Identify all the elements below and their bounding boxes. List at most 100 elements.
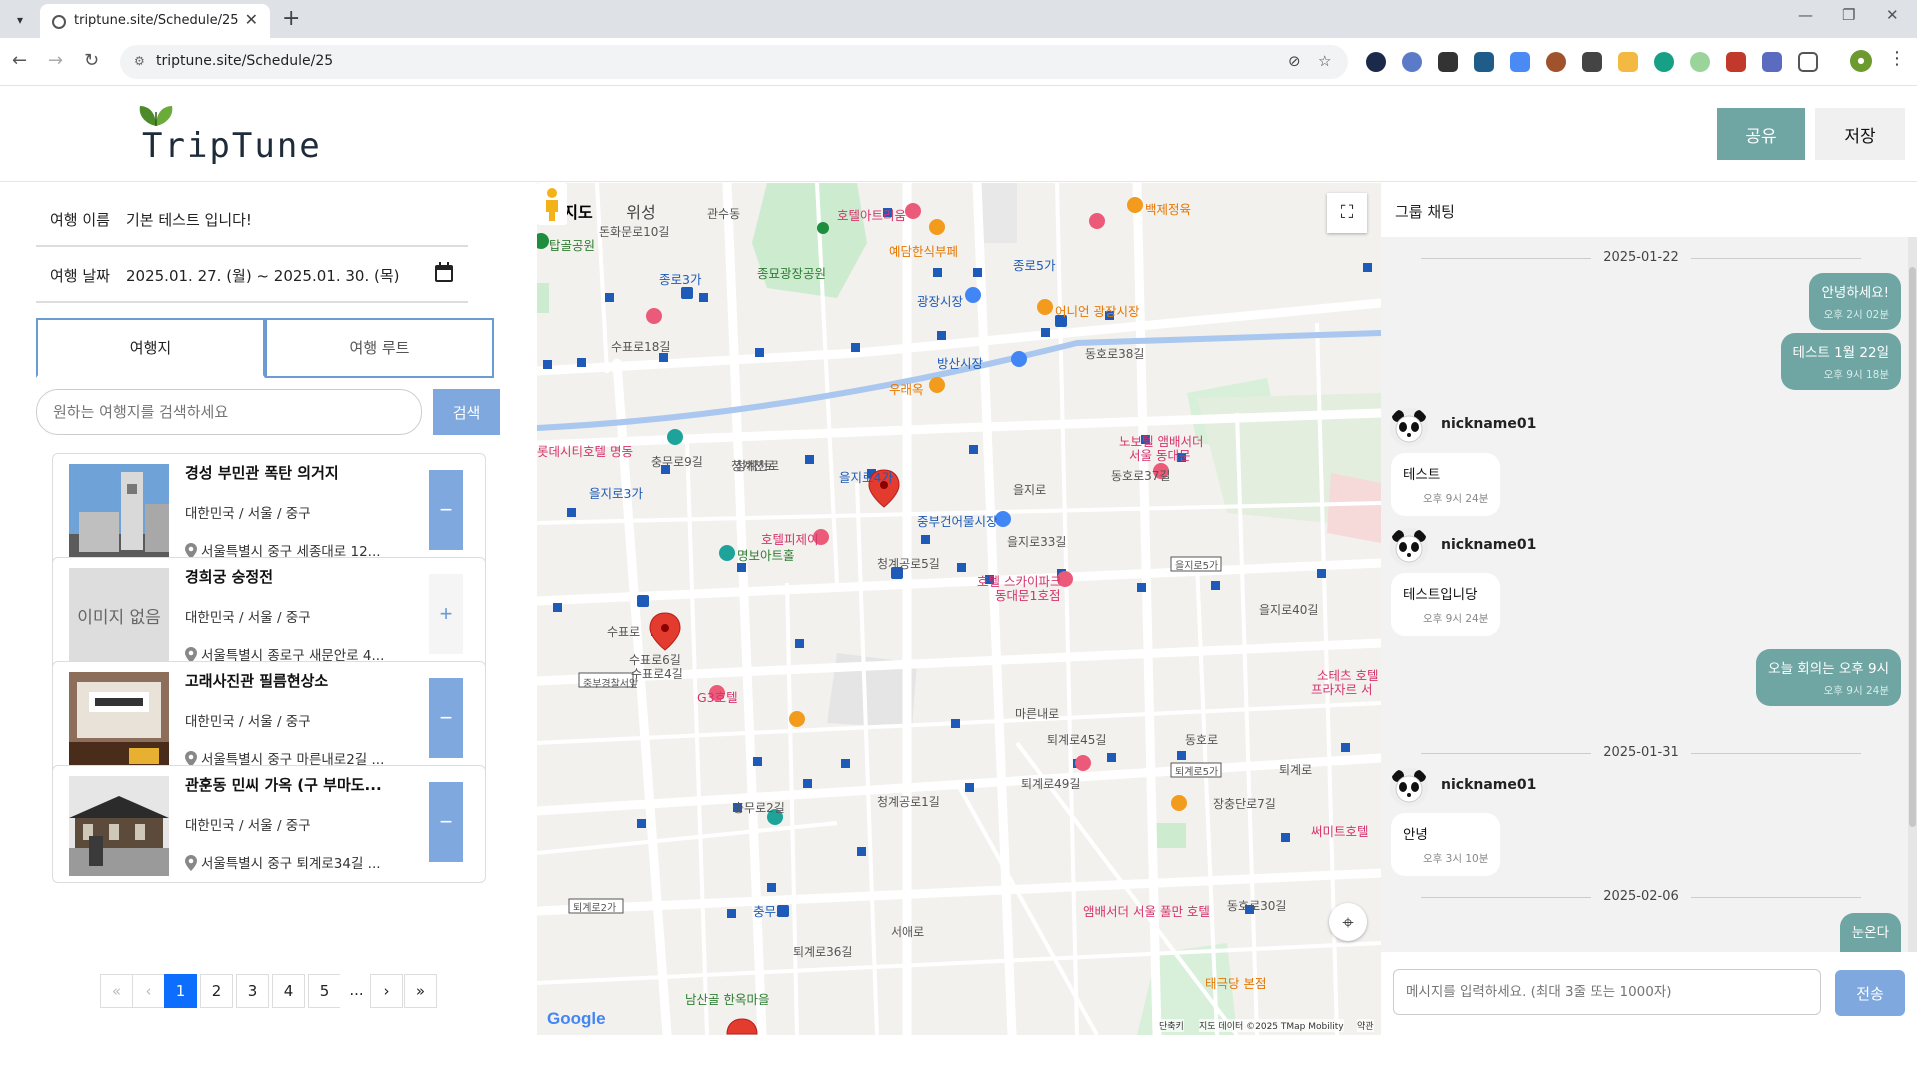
avatar[interactable] <box>1389 527 1429 567</box>
calendar-icon[interactable] <box>434 261 454 283</box>
extension-icon[interactable] <box>1366 52 1386 72</box>
avatar[interactable] <box>1389 767 1429 807</box>
map-label: 써미트호텔 <box>1311 824 1369 839</box>
map-label: 동호로38길 <box>1085 347 1145 361</box>
chat-message-input[interactable] <box>1393 969 1821 1015</box>
trip-date-value[interactable]: 2025.01. 27. (월) ~ 2025.01. 30. (목) <box>126 265 400 286</box>
page-button[interactable]: 3 <box>236 974 269 1008</box>
place-region: 대한민국 / 서울 / 중구 <box>185 714 311 730</box>
extension-icon[interactable] <box>1474 52 1494 72</box>
place-card[interactable]: 경성 부민관 폭탄 의거지 대한민국 / 서울 / 중구 서울특별시 중구 세종… <box>52 453 486 571</box>
my-message-bubble: 테스트 1월 22일 오후 9시 18분 <box>1780 333 1901 390</box>
place-search-input[interactable] <box>36 389 422 435</box>
date-separator: 2025-01-31 <box>1421 745 1861 761</box>
page-first-button[interactable]: « <box>100 974 133 1008</box>
message-text: 오늘 회의는 오후 9시 <box>1768 661 1889 677</box>
page-button[interactable]: 2 <box>200 974 233 1008</box>
page-next-button[interactable]: › <box>370 974 403 1008</box>
triptune-logo[interactable]: TripTune <box>132 102 320 172</box>
map-label: 중부경찰서앞 <box>583 679 639 690</box>
map-label: 동호로37길 <box>1111 469 1171 483</box>
street-view-pegman-icon[interactable] <box>537 183 567 225</box>
page-button[interactable]: 1 <box>164 974 197 1008</box>
extension-icon[interactable] <box>1762 52 1782 72</box>
google-map[interactable]: 지도 위성 ⛶ 종묘광장공원 호텔아트리움 예담한식부페 백제정육 종로3가 종… <box>537 183 1381 1035</box>
message-time: 오후 9시 24분 <box>1423 493 1489 505</box>
pagination: « ‹ 1 2 3 4 5 ... › » <box>100 974 440 1008</box>
reload-icon[interactable]: ↻ <box>84 50 99 71</box>
eyedropper-extension-icon[interactable] <box>1582 52 1602 72</box>
place-region: 대한민국 / 서울 / 중구 <box>185 818 311 834</box>
page-button[interactable]: 5 <box>308 974 341 1008</box>
map-label: 종로3가 <box>659 272 702 287</box>
chat-title: 그룹 채팅 <box>1395 203 1455 221</box>
extension-icon[interactable] <box>1726 52 1746 72</box>
bookmark-star-icon[interactable]: ☆ <box>1318 52 1331 70</box>
map-recenter-icon[interactable]: ⌖ <box>1329 903 1367 941</box>
map-label: 명보아트홀 <box>737 548 795 563</box>
place-card[interactable]: 고래사진관 필름현상소 대한민국 / 서울 / 중구 서울특별시 중구 마른내로… <box>52 661 486 779</box>
send-button[interactable]: 전송 <box>1835 970 1905 1016</box>
close-tab-icon[interactable]: ✕ <box>245 10 258 29</box>
extensions-puzzle-icon[interactable] <box>1798 52 1818 72</box>
message-time: 오후 9시 18분 <box>1823 369 1889 381</box>
tab-route[interactable]: 여행 루트 <box>265 318 494 378</box>
close-window-icon[interactable]: ✕ <box>1886 6 1899 24</box>
place-card[interactable]: 관훈동 민씨 가옥 (구 부마도... 대한민국 / 서울 / 중구 서울특별시… <box>52 765 486 883</box>
terms-link[interactable]: 약관 <box>1357 1019 1374 1032</box>
share-button[interactable]: 공유 <box>1717 108 1805 160</box>
tab-title: triptune.site/Schedule/25 <box>74 13 239 28</box>
page-prev-button[interactable]: ‹ <box>132 974 165 1008</box>
extension-icon[interactable] <box>1690 52 1710 72</box>
translate-extension-icon[interactable] <box>1510 52 1530 72</box>
keyboard-shortcuts-link[interactable]: 단축키 <box>1159 1019 1184 1032</box>
minimize-icon[interactable]: — <box>1798 6 1813 24</box>
remove-place-button[interactable]: − <box>429 782 463 862</box>
url-text: triptune.site/Schedule/25 <box>156 53 334 69</box>
tab-places[interactable]: 여행지 <box>36 318 265 378</box>
place-name: 경성 부민관 폭탄 의거지 <box>185 464 339 482</box>
avatar[interactable] <box>1389 407 1429 447</box>
extension-icon[interactable] <box>1402 52 1422 72</box>
forward-icon[interactable]: → <box>48 50 63 71</box>
remove-place-button[interactable]: − <box>429 678 463 758</box>
url-omnibox[interactable]: ⚙ triptune.site/Schedule/25 ⊘ ☆ <box>120 45 1348 79</box>
map-label: 을지로33길 <box>1007 535 1067 549</box>
profile-avatar[interactable]: ● <box>1850 50 1872 72</box>
extension-icon[interactable] <box>1654 52 1674 72</box>
location-pin-icon <box>185 855 197 871</box>
cookie-extension-icon[interactable] <box>1546 52 1566 72</box>
chat-scrollbar[interactable] <box>1908 237 1917 952</box>
tab-search-dropdown-icon[interactable]: ▾ <box>8 8 32 32</box>
add-place-button[interactable]: + <box>429 574 463 654</box>
restore-icon[interactable]: ❐ <box>1842 6 1855 24</box>
place-card[interactable]: 이미지 없음 경희궁 숭정전 대한민국 / 서울 / 중구 서울특별시 종로구 … <box>52 557 486 675</box>
remove-place-button[interactable]: − <box>429 470 463 550</box>
site-info-icon[interactable]: ⚙ <box>134 54 145 68</box>
trip-name-value[interactable]: 기본 테스트 입니다! <box>126 209 252 230</box>
place-thumbnail <box>69 672 169 772</box>
map-label: 프라자르 서 <box>1311 682 1373 697</box>
search-button[interactable]: 검색 <box>433 389 500 435</box>
fullscreen-icon[interactable]: ⛶ <box>1327 193 1367 233</box>
back-icon[interactable]: ← <box>12 50 27 71</box>
my-message-bubble: 오늘 회의는 오후 9시 오후 9시 24분 <box>1756 649 1901 706</box>
save-button[interactable]: 저장 <box>1815 108 1905 160</box>
map-label: 중부건어물시장 <box>917 514 998 529</box>
extension-icon[interactable] <box>1438 52 1458 72</box>
new-tab-button[interactable]: + <box>282 6 300 31</box>
page-last-button[interactable]: » <box>404 974 437 1008</box>
logo-text: TripTune <box>142 126 322 166</box>
extension-icon[interactable] <box>1618 52 1638 72</box>
map-label: 서울 동대문 <box>1129 448 1191 463</box>
browser-menu-icon[interactable]: ⋮ <box>1888 48 1906 69</box>
page-button[interactable]: 4 <box>272 974 305 1008</box>
eye-off-icon[interactable]: ⊘ <box>1288 52 1301 70</box>
date-separator-text: 2025-01-31 <box>1603 745 1679 760</box>
chat-messages[interactable]: 2025-01-22 안녕하세요! 오후 2시 02분 테스트 1월 22일 오… <box>1381 237 1917 952</box>
browser-tab[interactable]: triptune.site/Schedule/25 ✕ <box>40 4 270 38</box>
my-message-bubble: 눈온다 <box>1839 913 1901 952</box>
map-label: 동대문1호점 <box>995 588 1061 603</box>
map-label: 어니언 광장시장 <box>1055 304 1140 319</box>
place-region: 대한민국 / 서울 / 중구 <box>185 610 311 626</box>
